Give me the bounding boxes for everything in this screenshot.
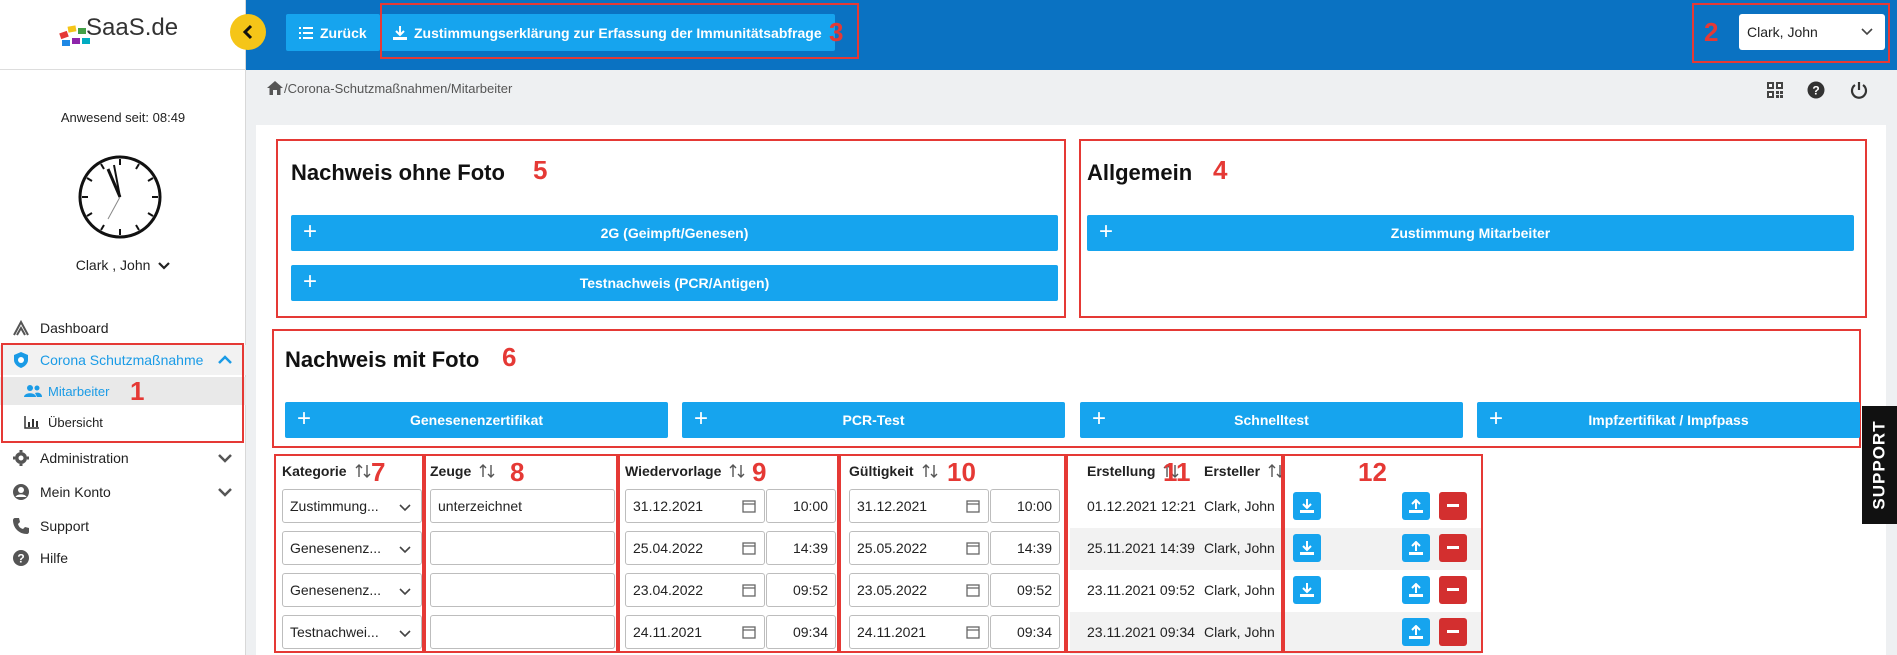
plus-icon: + bbox=[297, 405, 312, 432]
user-menu[interactable]: Clark , John bbox=[0, 257, 246, 273]
breadcrumb: /Corona-Schutzmaßnahmen/Mitarbeiter bbox=[266, 80, 512, 96]
annotation-box-3 bbox=[380, 3, 859, 59]
add-zustimmung-button[interactable]: + Zustimmung Mitarbeiter bbox=[1087, 215, 1854, 251]
svg-text:?: ? bbox=[17, 552, 24, 566]
account-icon bbox=[10, 483, 32, 501]
button-label: Testnachweis (PCR/Antigen) bbox=[579, 275, 770, 291]
sidebar-item-label: Dashboard bbox=[40, 320, 109, 336]
chevron-down-icon bbox=[158, 262, 171, 270]
add-genesenenzertifikat-button[interactable]: + Genesenenzertifikat bbox=[285, 402, 668, 438]
button-label: Schnelltest bbox=[1234, 412, 1309, 428]
plus-icon: + bbox=[1489, 405, 1504, 432]
section-title-allgemein: Allgemein bbox=[1087, 160, 1193, 185]
support-tab-label: SUPPORT bbox=[1869, 420, 1889, 510]
sidebar-item-support[interactable]: Support bbox=[0, 511, 246, 541]
chevron-down-icon bbox=[218, 488, 232, 497]
gear-icon bbox=[10, 449, 32, 467]
add-testnachweis-button[interactable]: + Testnachweis (PCR/Antigen) bbox=[291, 265, 1058, 301]
qr-code-icon[interactable] bbox=[1766, 81, 1784, 99]
section-title-ohne-foto: Nachweis ohne Foto bbox=[291, 160, 505, 185]
plus-icon: + bbox=[1092, 405, 1107, 432]
annotation-box-1 bbox=[1, 343, 244, 443]
annotation-number-9: 9 bbox=[752, 457, 767, 487]
user-name: Clark , John bbox=[75, 257, 151, 273]
back-button[interactable]: Zurück bbox=[286, 14, 380, 51]
sidebar-item-administration[interactable]: Administration bbox=[0, 443, 246, 473]
plus-icon: + bbox=[1099, 218, 1114, 245]
annotation-number-2: 2 bbox=[1704, 17, 1719, 47]
chevron-left-icon bbox=[242, 24, 253, 40]
top-bar: Zurück Zustimmungserklärung zur Erfassun… bbox=[246, 0, 1897, 70]
chevron-down-icon bbox=[218, 454, 232, 463]
phone-icon bbox=[10, 517, 32, 535]
present-since-label: Anwesend seit: 08:49 bbox=[60, 110, 186, 125]
list-icon bbox=[299, 26, 313, 39]
annotation-box-9 bbox=[618, 454, 839, 653]
sidebar-item-label: Mein Konto bbox=[40, 484, 111, 500]
add-2g-button[interactable]: +2G (Geimpft/Genesen) bbox=[291, 215, 1058, 251]
button-label: PCR-Test bbox=[842, 412, 905, 428]
annotation-box-7 bbox=[274, 454, 424, 653]
power-icon[interactable] bbox=[1850, 81, 1868, 99]
sidebar-item-label: Administration bbox=[40, 450, 129, 466]
button-label: 2G (Geimpft/Genesen) bbox=[600, 225, 749, 241]
breadcrumb-path: /Corona-Schutzmaßnahmen/Mitarbeiter bbox=[284, 80, 513, 96]
annotation-box-2 bbox=[1692, 3, 1890, 63]
button-label: Zustimmung Mitarbeiter bbox=[1390, 225, 1551, 241]
clock-icon bbox=[78, 155, 162, 239]
support-tab[interactable]: SUPPORT bbox=[1862, 406, 1897, 524]
sidebar-item-label: Support bbox=[40, 518, 90, 534]
svg-text:?: ? bbox=[1812, 84, 1819, 98]
section-title-mit-foto: Nachweis mit Foto bbox=[285, 347, 480, 372]
help-icon[interactable]: ? bbox=[1807, 81, 1825, 99]
annotation-number-10: 10 bbox=[947, 457, 976, 487]
add-impfzertifikat-button[interactable]: + Impfzertifikat / Impfpass bbox=[1477, 402, 1860, 438]
plus-icon: + bbox=[303, 218, 318, 245]
sidebar-item-hilfe[interactable]: ? Hilfe bbox=[0, 543, 246, 573]
sidebar-item-mein-konto[interactable]: Mein Konto bbox=[0, 477, 246, 507]
sidebar-item-label: Hilfe bbox=[40, 550, 69, 566]
annotation-number-7: 7 bbox=[371, 457, 386, 487]
plus-icon: + bbox=[694, 405, 709, 432]
annotation-number-11: 11 bbox=[1163, 457, 1191, 487]
logo-text: SaaS.de bbox=[86, 14, 179, 41]
help-icon: ? bbox=[10, 549, 32, 567]
dashboard-icon bbox=[10, 319, 32, 337]
annotation-number-6: 6 bbox=[502, 342, 517, 372]
sidebar: SaaS.de Anwesend seit: 08:49 Clark , Joh… bbox=[0, 0, 246, 655]
annotation-number-5: 5 bbox=[533, 155, 548, 185]
add-schnelltest-button[interactable]: + Schnelltest bbox=[1080, 402, 1463, 438]
sidebar-item-dashboard[interactable]: Dashboard bbox=[0, 313, 246, 343]
back-label: Zurück bbox=[320, 24, 367, 41]
annotation-number-3: 3 bbox=[829, 17, 844, 47]
annotation-number-4: 4 bbox=[1213, 155, 1228, 185]
home-icon[interactable] bbox=[266, 80, 284, 96]
add-pcr-test-button[interactable]: + PCR-Test bbox=[682, 402, 1065, 438]
collapse-sidebar-button[interactable] bbox=[230, 14, 266, 50]
button-label: Genesenenzertifikat bbox=[409, 412, 544, 428]
logo-area: SaaS.de bbox=[0, 0, 246, 70]
annotation-number-12: 12 bbox=[1358, 457, 1387, 487]
plus-icon: + bbox=[303, 268, 318, 295]
annotation-number-8: 8 bbox=[510, 457, 525, 487]
button-label: Impfzertifikat / Impfpass bbox=[1588, 412, 1749, 428]
annotation-number-1: 1 bbox=[130, 376, 145, 406]
